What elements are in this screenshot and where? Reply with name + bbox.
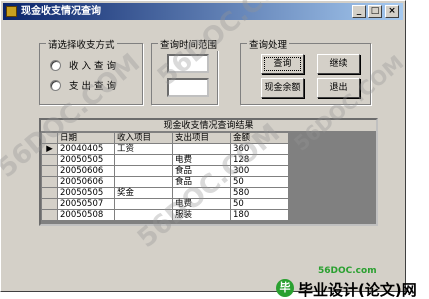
table-row[interactable]: 20050508 服装 180 bbox=[41, 209, 289, 221]
query-button[interactable]: 查询 bbox=[261, 54, 304, 74]
title-bar[interactable]: 现金收支情况查询 _ □ × bbox=[3, 3, 403, 20]
cash-balance-button[interactable]: 现金余额 bbox=[261, 78, 304, 98]
results-table: 日期 收入项目 支出项目 金额 ▶ 20040405 工资 360 200505… bbox=[41, 132, 289, 221]
payment-mode-group: 请选择收支方式 收入查询 支出查询 bbox=[39, 37, 143, 105]
payment-mode-label: 请选择收支方式 bbox=[46, 37, 117, 51]
site-footer: 56DOC.com 毕 毕业设计(论文)网 bbox=[270, 266, 429, 299]
row-selector[interactable] bbox=[41, 187, 58, 199]
table-row[interactable]: 20050505 电费 128 bbox=[41, 154, 289, 166]
cell-income-item[interactable]: 奖金 bbox=[114, 187, 173, 199]
app-icon bbox=[6, 6, 17, 17]
column-header-amount[interactable]: 金额 bbox=[230, 132, 289, 144]
maximize-button[interactable]: □ bbox=[368, 5, 382, 18]
row-selector[interactable] bbox=[41, 198, 58, 210]
current-row-marker-icon[interactable]: ▶ bbox=[41, 143, 58, 155]
footer-domain: 56DOC.com bbox=[318, 266, 377, 276]
cell-expense-item[interactable] bbox=[172, 143, 231, 155]
income-query-radio[interactable]: 收入查询 bbox=[50, 58, 119, 72]
cell-date[interactable]: 20050606 bbox=[57, 165, 115, 177]
cell-amount[interactable]: 360 bbox=[230, 143, 289, 155]
cell-income-item[interactable] bbox=[114, 198, 173, 210]
cell-expense-item[interactable]: 电费 bbox=[172, 198, 231, 210]
income-query-label: 收入查询 bbox=[69, 61, 120, 72]
minimize-button[interactable]: _ bbox=[352, 5, 366, 18]
results-caption: 现金收支情况查询结果 bbox=[41, 120, 376, 132]
cell-amount[interactable]: 180 bbox=[230, 209, 289, 221]
cell-amount[interactable]: 50 bbox=[230, 176, 289, 188]
continue-button[interactable]: 继续 bbox=[317, 54, 360, 74]
cell-date[interactable]: 20050505 bbox=[57, 154, 115, 166]
row-selector[interactable] bbox=[41, 165, 58, 177]
column-header-income-item[interactable]: 收入项目 bbox=[114, 132, 173, 144]
cell-income-item[interactable] bbox=[114, 209, 173, 221]
query-actions-group: 查询处理 查询 继续 现金余额 退出 bbox=[240, 37, 371, 105]
cell-amount[interactable]: 50 bbox=[230, 198, 289, 210]
query-time-label: 查询时间范围 bbox=[158, 37, 220, 51]
table-row[interactable]: ▶ 20040405 工资 360 bbox=[41, 143, 289, 155]
row-selector-header[interactable] bbox=[41, 132, 58, 144]
app-window: 现金收支情况查询 _ □ × 请选择收支方式 收入查询 支出查询 查询时间范围 … bbox=[0, 0, 408, 292]
radio-circle-icon[interactable] bbox=[50, 79, 61, 91]
row-selector[interactable] bbox=[41, 176, 58, 188]
cell-expense-item[interactable]: 食品 bbox=[172, 165, 231, 177]
cell-income-item[interactable] bbox=[114, 176, 173, 188]
cell-income-item[interactable] bbox=[114, 154, 173, 166]
site-logo-icon: 毕 bbox=[276, 279, 294, 297]
header-row: 日期 收入项目 支出项目 金额 bbox=[41, 132, 289, 144]
table-row[interactable]: 20050507 电费 50 bbox=[41, 198, 289, 210]
results-grid[interactable]: 现金收支情况查询结果 日期 收入项目 支出项目 金额 ▶ 20040405 工资… bbox=[39, 118, 378, 226]
window-title: 现金收支情况查询 bbox=[21, 6, 101, 17]
exit-button[interactable]: 退出 bbox=[317, 78, 360, 98]
row-selector[interactable] bbox=[41, 209, 58, 221]
table-row[interactable]: 20050606 食品 300 bbox=[41, 165, 289, 177]
column-header-date[interactable]: 日期 bbox=[57, 132, 115, 144]
query-actions-label: 查询处理 bbox=[247, 37, 290, 51]
cell-expense-item[interactable]: 服装 bbox=[172, 209, 231, 221]
cell-expense-item[interactable] bbox=[172, 187, 231, 199]
table-row[interactable]: 20050606 食品 50 bbox=[41, 176, 289, 188]
start-date-input[interactable] bbox=[167, 54, 209, 73]
expense-query-radio[interactable]: 支出查询 bbox=[50, 78, 119, 92]
cell-amount[interactable]: 128 bbox=[230, 154, 289, 166]
footer-title: 毕业设计(论文)网 bbox=[298, 281, 417, 299]
cell-date[interactable]: 20050508 bbox=[57, 209, 115, 221]
cell-amount[interactable]: 580 bbox=[230, 187, 289, 199]
cell-date[interactable]: 20050507 bbox=[57, 198, 115, 210]
cell-date[interactable]: 20050505 bbox=[57, 187, 115, 199]
table-row[interactable]: 20050505 奖金 580 bbox=[41, 187, 289, 199]
radio-circle-icon[interactable] bbox=[50, 59, 61, 71]
cell-expense-item[interactable]: 食品 bbox=[172, 176, 231, 188]
cell-income-item[interactable]: 工资 bbox=[114, 143, 173, 155]
row-selector[interactable] bbox=[41, 154, 58, 166]
expense-query-label: 支出查询 bbox=[69, 81, 120, 92]
cell-date[interactable]: 20050606 bbox=[57, 176, 115, 188]
cell-expense-item[interactable]: 电费 bbox=[172, 154, 231, 166]
cell-date[interactable]: 20040405 bbox=[57, 143, 115, 155]
cell-income-item[interactable] bbox=[114, 165, 173, 177]
close-button[interactable]: × bbox=[385, 5, 399, 18]
query-time-group: 查询时间范围 bbox=[151, 37, 220, 105]
column-header-expense-item[interactable]: 支出项目 bbox=[172, 132, 231, 144]
cell-amount[interactable]: 300 bbox=[230, 165, 289, 177]
end-date-input[interactable] bbox=[167, 78, 209, 97]
